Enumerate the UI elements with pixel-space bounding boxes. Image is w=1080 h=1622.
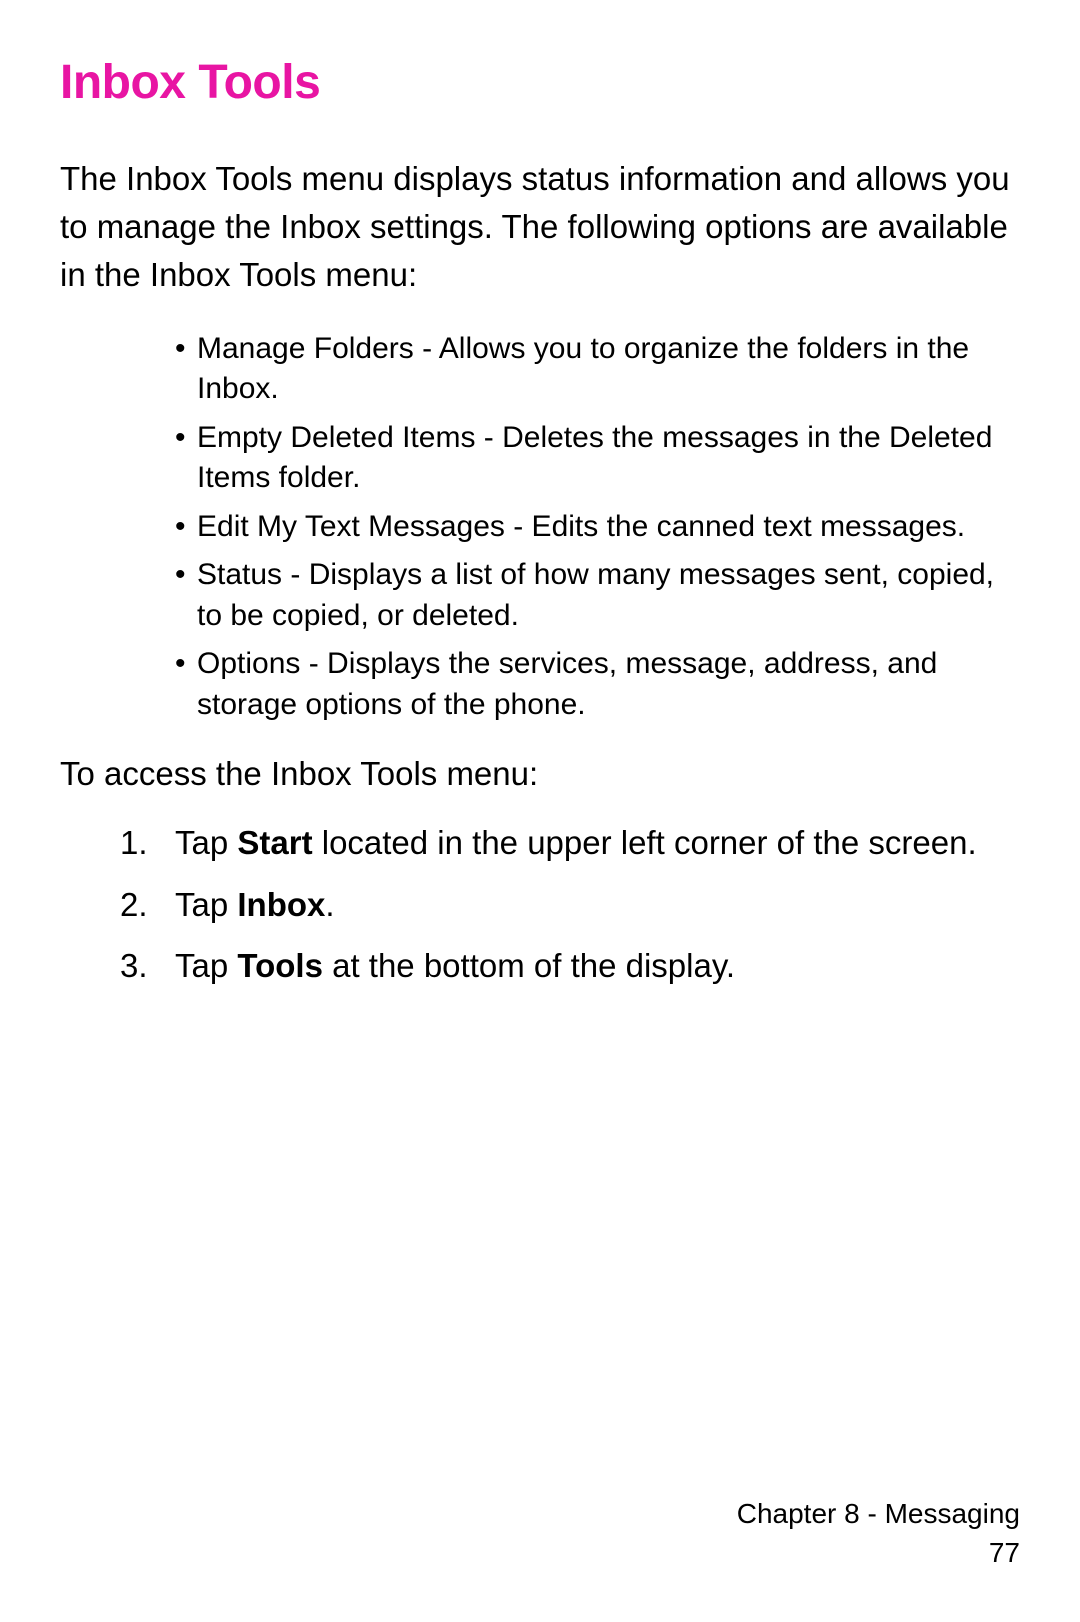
step-text-bold: Tools <box>237 947 323 984</box>
options-bullet-list: Manage Folders - Allows you to organize … <box>60 329 1020 726</box>
bullet-item: Empty Deleted Items - Deletes the messag… <box>175 418 1020 499</box>
bullet-item: Manage Folders - Allows you to organize … <box>175 329 1020 410</box>
step-text-bold: Start <box>237 824 312 861</box>
page-number: 77 <box>737 1533 1020 1572</box>
step-number: 2. <box>120 880 148 930</box>
step-item: 3. Tap Tools at the bottom of the displa… <box>120 941 1020 991</box>
step-text-pre: Tap <box>175 947 237 984</box>
step-number: 3. <box>120 941 148 991</box>
step-number: 1. <box>120 818 148 868</box>
bullet-item: Options - Displays the services, message… <box>175 644 1020 725</box>
step-text-bold: Inbox <box>237 886 325 923</box>
bullet-item: Edit My Text Messages - Edits the canned… <box>175 507 1020 548</box>
bullet-item: Status - Displays a list of how many mes… <box>175 555 1020 636</box>
step-text-pre: Tap <box>175 886 237 923</box>
section-heading: Inbox Tools <box>60 55 1020 110</box>
step-item: 2. Tap Inbox. <box>120 880 1020 930</box>
chapter-label: Chapter 8 - Messaging <box>737 1494 1020 1533</box>
step-text-post: . <box>325 886 334 923</box>
page-footer: Chapter 8 - Messaging 77 <box>737 1494 1020 1572</box>
step-text-post: at the bottom of the display. <box>323 947 735 984</box>
step-text-pre: Tap <box>175 824 237 861</box>
step-item: 1. Tap Start located in the upper left c… <box>120 818 1020 868</box>
access-instruction: To access the Inbox Tools menu: <box>60 755 1020 793</box>
steps-list: 1. Tap Start located in the upper left c… <box>60 818 1020 991</box>
intro-paragraph: The Inbox Tools menu displays status inf… <box>60 155 1020 299</box>
step-text-post: located in the upper left corner of the … <box>313 824 977 861</box>
